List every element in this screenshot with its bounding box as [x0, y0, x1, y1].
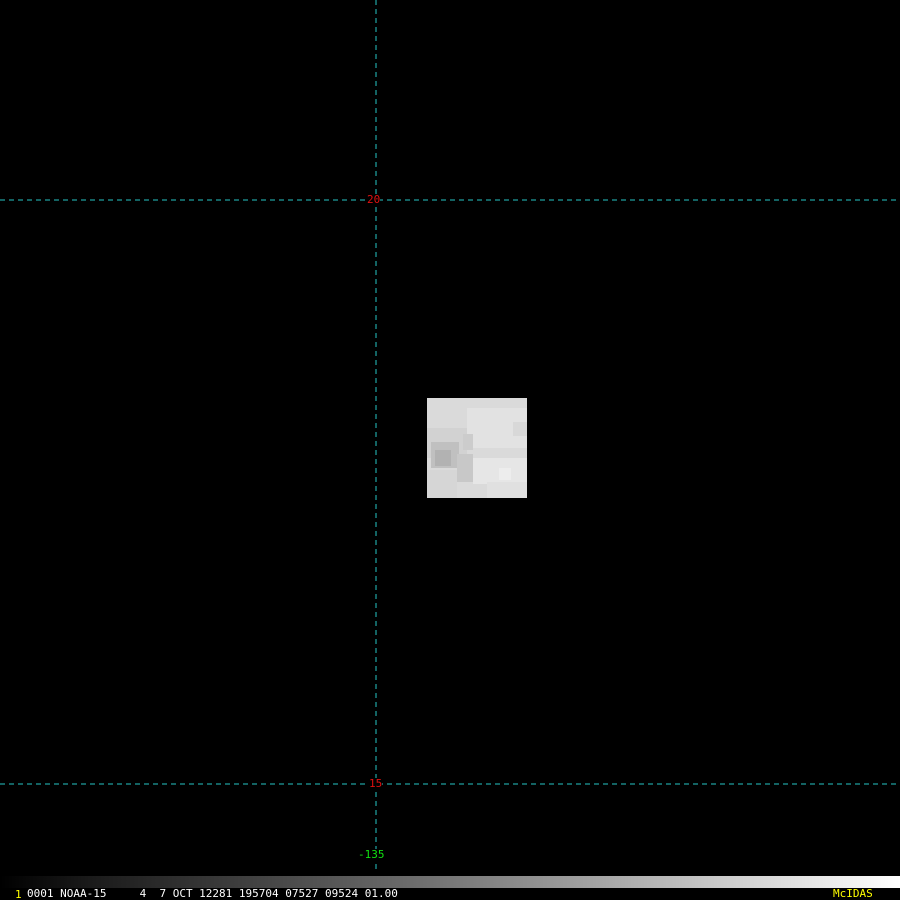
status-text-row: 1 0001 NOAA-15 4 7 OCT 12281 195704 0752…: [0, 888, 900, 900]
status-bar: 1 0001 NOAA-15 4 7 OCT 12281 195704 0752…: [0, 876, 900, 900]
satellite-image-patch: [427, 398, 527, 498]
latitude-label-15: 15: [369, 777, 383, 790]
longitude-label-135: -135: [358, 848, 385, 861]
frame-number: 1: [15, 888, 22, 900]
image-cell: [457, 454, 473, 482]
image-cell: [513, 422, 527, 436]
image-cell: [427, 470, 457, 498]
image-cell: [463, 434, 473, 450]
mcidas-brand-label: McIDAS: [833, 887, 873, 900]
image-cell: [487, 482, 527, 498]
image-cell: [435, 450, 451, 466]
map-viewport: 20 15 -135 1 0001 NOAA-15 4 7 OCT 12281 …: [0, 0, 900, 900]
image-cell: [499, 468, 511, 480]
frame-info-line: 0001 NOAA-15 4 7 OCT 12281 195704 07527 …: [27, 887, 398, 900]
latitude-label-20: 20: [367, 193, 381, 206]
